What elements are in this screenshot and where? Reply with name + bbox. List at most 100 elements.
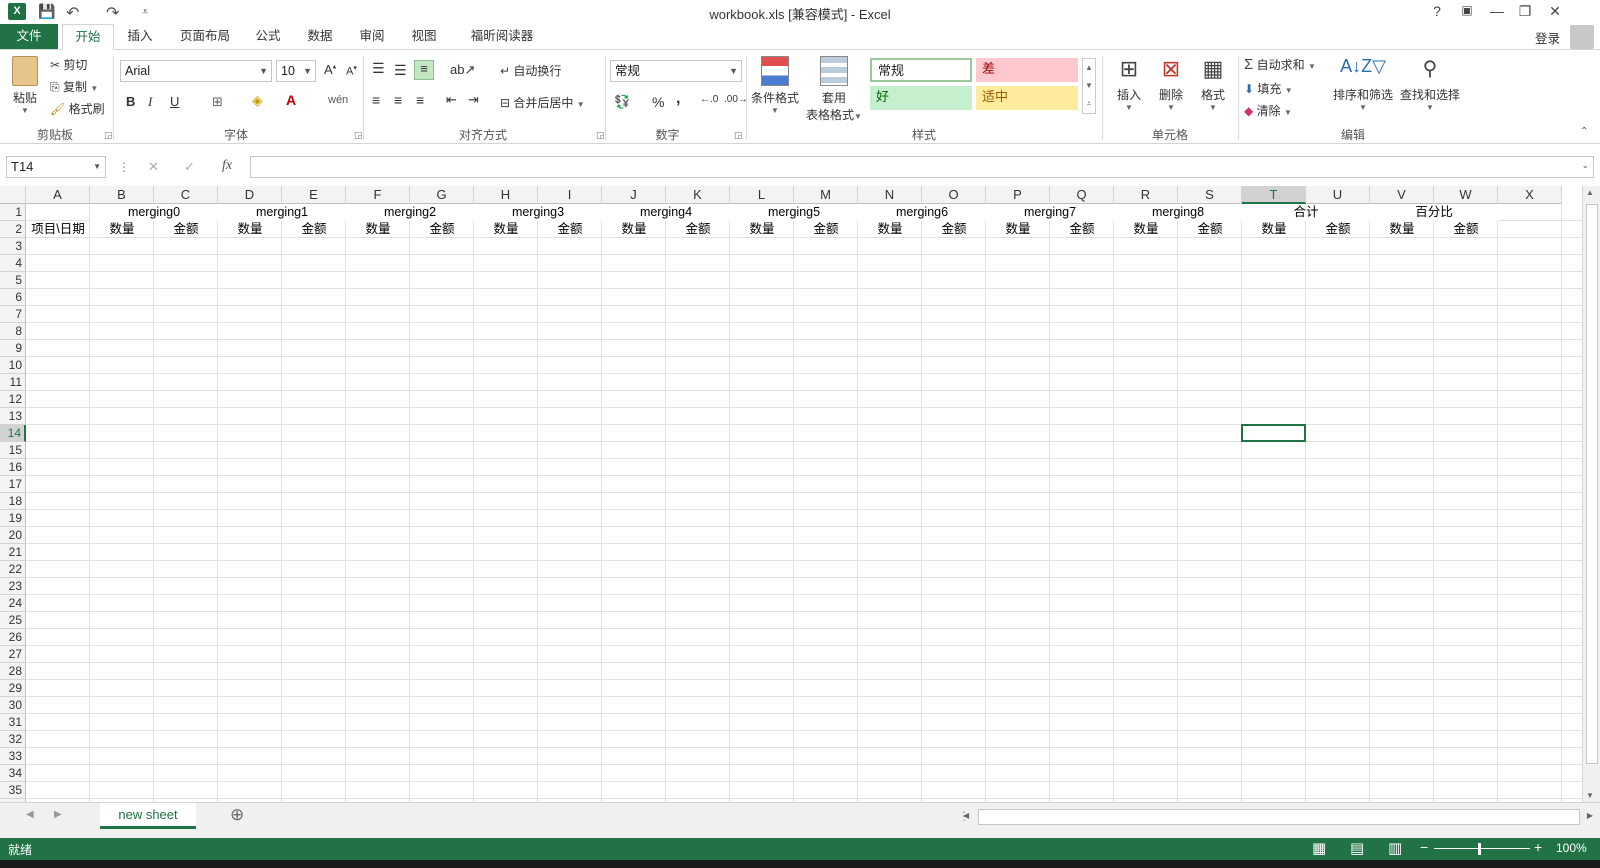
number-format-combo[interactable]: 常规 ▼ — [610, 60, 742, 82]
column-header-b[interactable]: B — [90, 186, 154, 204]
comma-button[interactable]: , — [676, 90, 680, 108]
dialog-launcher-icon[interactable]: ◲ — [596, 130, 605, 141]
scroll-up-icon[interactable]: ▲ — [1586, 188, 1594, 197]
align-right-icon[interactable]: ≡ — [416, 92, 424, 108]
row-header-19[interactable]: 19 — [0, 510, 26, 527]
row-header-32[interactable]: 32 — [0, 731, 26, 748]
row-header-23[interactable]: 23 — [0, 578, 26, 595]
zoom-in-icon[interactable]: + — [1534, 839, 1542, 855]
zoom-level[interactable]: 100% — [1556, 841, 1587, 855]
avatar[interactable] — [1570, 25, 1594, 49]
row-header-26[interactable]: 26 — [0, 629, 26, 646]
merged-header-cell[interactable]: merging4 — [602, 204, 730, 221]
column-header-q[interactable]: Q — [1050, 186, 1114, 204]
quantity-header-cell[interactable]: 数量 — [602, 221, 666, 238]
merge-center-button[interactable]: ⊟ 合并后居中 ▼ — [500, 94, 585, 111]
help-button[interactable]: ? — [1426, 3, 1448, 19]
column-header-x[interactable]: X — [1498, 186, 1562, 204]
row-header-11[interactable]: 11 — [0, 374, 26, 391]
active-cell-selection[interactable] — [1241, 424, 1306, 442]
row-header-30[interactable]: 30 — [0, 697, 26, 714]
merged-header-cell[interactable]: merging1 — [218, 204, 346, 221]
amount-header-cell[interactable]: 金额 — [922, 221, 986, 238]
italic-button[interactable]: I — [148, 94, 152, 110]
dialog-launcher-icon[interactable]: ◲ — [734, 130, 743, 141]
column-header-a[interactable]: A — [26, 186, 90, 204]
tab-file[interactable]: 文件 — [0, 24, 58, 49]
style-good[interactable]: 好 — [870, 86, 972, 110]
cancel-entry-icon[interactable]: ✕ — [148, 159, 159, 175]
prev-sheet-icon[interactable]: ◀ — [26, 809, 34, 820]
row-header-17[interactable]: 17 — [0, 476, 26, 493]
fill-color-icon[interactable]: ◈ — [252, 92, 263, 109]
column-header-w[interactable]: W — [1434, 186, 1498, 204]
row-header-14[interactable]: 14 — [0, 425, 26, 442]
tab-data[interactable]: 数据 — [298, 24, 342, 49]
scroll-right-icon[interactable]: ▶ — [1587, 811, 1593, 820]
align-left-icon[interactable]: ≡ — [372, 92, 380, 108]
restore-button[interactable]: ❐ — [1514, 3, 1536, 20]
column-header-t[interactable]: T — [1242, 186, 1306, 204]
style-bad[interactable]: 差 — [976, 58, 1078, 82]
row-header-18[interactable]: 18 — [0, 493, 26, 510]
expand-formula-bar-icon[interactable]: ⌄ — [1581, 160, 1589, 171]
row-header-8[interactable]: 8 — [0, 323, 26, 340]
quantity-header-cell[interactable]: 数量 — [1114, 221, 1178, 238]
amount-header-cell[interactable]: 金额 — [1178, 221, 1242, 238]
column-header-e[interactable]: E — [282, 186, 346, 204]
amount-header-cell[interactable]: 金额 — [1306, 221, 1370, 238]
spreadsheet-grid[interactable]: A B C D E F G H I J K L M N O P Q R S T U V W X 1 2 3 4 5 6 7 8 9 10 11 12 1… — [0, 186, 1582, 802]
amount-header-cell[interactable]: 金额 — [282, 221, 346, 238]
amount-header-cell[interactable]: 金额 — [794, 221, 858, 238]
increase-font-icon[interactable]: A▴ — [324, 62, 336, 77]
column-header-v[interactable]: V — [1370, 186, 1434, 204]
row-header-20[interactable]: 20 — [0, 527, 26, 544]
quantity-header-cell[interactable]: 数量 — [218, 221, 282, 238]
row-header-27[interactable]: 27 — [0, 646, 26, 663]
column-header-c[interactable]: C — [154, 186, 218, 204]
add-sheet-icon[interactable]: ⊕ — [230, 805, 244, 825]
insert-cells-button[interactable]: ⊞ 插入 ▼ — [1112, 56, 1146, 112]
row-header-21[interactable]: 21 — [0, 544, 26, 561]
row-header-34[interactable]: 34 — [0, 765, 26, 782]
tab-foxit-reader[interactable]: 福昕阅读器 — [462, 24, 542, 49]
horizontal-scrollbar[interactable]: ◀ ▶ — [963, 809, 1593, 825]
next-sheet-icon[interactable]: ▶ — [54, 809, 62, 820]
font-name-combo[interactable]: Arial ▼ — [120, 60, 272, 82]
merged-header-cell[interactable]: merging0 — [90, 204, 218, 221]
column-header-s[interactable]: S — [1178, 186, 1242, 204]
row-header-5[interactable]: 5 — [0, 272, 26, 289]
row-header-4[interactable]: 4 — [0, 255, 26, 272]
row-header-22[interactable]: 22 — [0, 561, 26, 578]
quantity-header-cell[interactable]: 数量 — [858, 221, 922, 238]
row-header-35[interactable]: 35 — [0, 782, 26, 799]
row-header-2[interactable]: 2 — [0, 221, 26, 238]
row-header-10[interactable]: 10 — [0, 357, 26, 374]
row-header-7[interactable]: 7 — [0, 306, 26, 323]
conditional-format-button[interactable]: 条件格式 ▼ — [750, 56, 800, 115]
zoom-slider-thumb[interactable] — [1478, 843, 1481, 855]
decrease-decimal-icon[interactable]: .00→ — [724, 94, 748, 105]
row-header-29[interactable]: 29 — [0, 680, 26, 697]
row-header-31[interactable]: 31 — [0, 714, 26, 731]
phonetic-guide-icon[interactable]: wén — [328, 94, 348, 106]
decrease-indent-icon[interactable]: ⇤ — [446, 92, 457, 108]
row-header-3[interactable]: 3 — [0, 238, 26, 255]
amount-header-cell[interactable]: 金额 — [666, 221, 730, 238]
delete-cells-button[interactable]: ⊠ 删除 ▼ — [1154, 56, 1188, 112]
quantity-header-cell[interactable]: 数量 — [90, 221, 154, 238]
row-header-9[interactable]: 9 — [0, 340, 26, 357]
close-button[interactable]: ✕ — [1544, 3, 1566, 20]
row-header-33[interactable]: 33 — [0, 748, 26, 765]
column-header-g[interactable]: G — [410, 186, 474, 204]
login-link[interactable]: 登录 — [1535, 28, 1560, 47]
dialog-launcher-icon[interactable]: ◲ — [354, 130, 363, 141]
scroll-down-icon[interactable]: ▼ — [1586, 791, 1594, 800]
name-box[interactable]: T14 ▼ — [6, 156, 106, 178]
column-header-f[interactable]: F — [346, 186, 410, 204]
align-middle-icon[interactable]: ☰ — [394, 62, 407, 79]
tab-home[interactable]: 开始 — [62, 24, 114, 50]
borders-icon[interactable]: ⊞ — [212, 94, 223, 110]
tab-insert[interactable]: 插入 — [118, 24, 162, 49]
zoom-slider[interactable] — [1434, 848, 1530, 849]
